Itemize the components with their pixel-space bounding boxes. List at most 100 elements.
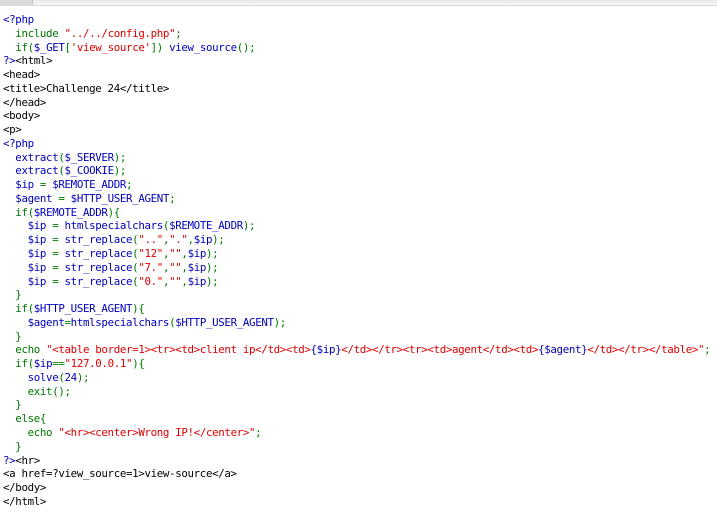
code-token: $ip <box>3 178 40 192</box>
code-line: $ip = htmlspecialchars($REMOTE_ADDR); <box>3 219 715 233</box>
code-line: <head> <box>3 68 715 82</box>
code-token: = <box>39 178 53 192</box>
code-line: $ip = str_replace("7.","",$ip); <box>3 261 715 275</box>
code-token: $ip <box>3 260 53 274</box>
code-token: "" <box>169 274 182 288</box>
code-token: ; <box>704 343 711 357</box>
tab-stub <box>0 0 33 5</box>
code-token: str_replace <box>64 247 133 261</box>
code-line: exit(); <box>3 385 715 399</box>
code-token: $HTTP_USER_AGENT <box>33 302 133 316</box>
code-token: <html> <box>15 54 53 68</box>
code-token: else{ <box>3 412 47 426</box>
code-token: = <box>58 191 71 205</box>
code-line: ?><html> <box>3 54 715 68</box>
code-token: <hr> <box>15 453 40 467</box>
code-token: if( <box>3 205 34 219</box>
code-token: == <box>52 357 65 371</box>
code-line: $ip = str_replace("0.","",$ip); <box>3 275 715 289</box>
code-line: ?><hr> <box>3 454 715 468</box>
code-token: str_replace <box>64 260 133 274</box>
code-token: </body> <box>3 481 47 495</box>
code-token: </td></tr><tr><td>agent</td><td> <box>341 343 539 357</box>
code-line: } <box>3 330 715 344</box>
code-line: <p> <box>3 123 715 137</box>
code-token: $ip <box>3 219 53 233</box>
browser-top-edge <box>0 0 717 6</box>
code-line: <title>Challenge 24</title> <box>3 82 715 96</box>
code-line: } <box>3 398 715 412</box>
code-line: include "../../config.php"; <box>3 27 715 41</box>
code-token: "0." <box>138 274 163 288</box>
code-line: } <box>3 440 715 454</box>
code-token: str_replace <box>64 274 133 288</box>
code-token: $ip <box>3 274 53 288</box>
code-token: "7." <box>138 260 163 274</box>
code-token: $ip <box>33 357 53 371</box>
code-token: $HTTP_USER_AGENT <box>70 191 170 205</box>
code-token: solve <box>3 370 59 384</box>
code-token: </head> <box>3 95 47 109</box>
code-token: echo <box>3 343 47 357</box>
code-token: ); <box>206 274 219 288</box>
code-token: "" <box>169 247 182 261</box>
code-token: ); <box>113 164 127 178</box>
code-token: {$agent} <box>538 343 588 357</box>
code-token: "../../config.php" <box>64 26 176 40</box>
code-token: $REMOTE_ADDR <box>52 178 127 192</box>
code-token: extract <box>3 164 59 178</box>
code-token: "12" <box>138 247 163 261</box>
code-token: if( <box>3 357 34 371</box>
code-token: $ip <box>187 260 207 274</box>
code-line: if($ip=="127.0.0.1"){ <box>3 357 715 371</box>
code-line: <body> <box>3 109 715 123</box>
code-line: if($REMOTE_ADDR){ <box>3 206 715 220</box>
code-line: extract($_SERVER); <box>3 151 715 165</box>
code-token: ); <box>206 260 219 274</box>
code-token: ; <box>255 425 262 439</box>
code-token: $REMOTE_ADDR <box>33 205 108 219</box>
code-token: echo <box>3 425 59 439</box>
code-line: </body> <box>3 481 715 495</box>
code-token: = <box>52 274 65 288</box>
code-token: $_COOKIE <box>64 164 115 178</box>
code-line: $ip = str_replace("..",".",$ip); <box>3 233 715 247</box>
code-line: if($_GET['view_source']) view_source(); <box>3 41 715 55</box>
code-token: <title>Challenge 24</title> <box>3 81 170 95</box>
code-token: ".." <box>138 233 163 247</box>
code-line: $ip = $REMOTE_ADDR; <box>3 178 715 192</box>
code-token: } <box>3 439 22 453</box>
code-line: } <box>3 288 715 302</box>
source-code-view: <?php include "../../config.php"; if($_G… <box>3 13 715 509</box>
code-token: {$ip} <box>310 343 342 357</box>
code-token: ); <box>242 219 256 233</box>
code-token: $ip <box>3 233 53 247</box>
code-token: ?> <box>3 54 16 68</box>
code-token: $ip <box>193 233 213 247</box>
code-token: <body> <box>3 109 40 123</box>
code-token: (); <box>236 40 256 54</box>
code-token: $HTTP_USER_AGENT <box>175 315 274 329</box>
code-token: ]) <box>150 40 170 54</box>
code-token: "" <box>169 260 182 274</box>
code-token: htmlspecialchars <box>70 315 170 329</box>
code-token: ); <box>113 150 127 164</box>
code-line: solve(24); <box>3 371 715 385</box>
code-token: if( <box>3 40 34 54</box>
code-token: include <box>3 26 65 40</box>
code-token: extract <box>3 150 59 164</box>
code-token: htmlspecialchars <box>64 219 164 233</box>
code-token: } <box>3 288 22 302</box>
code-token: <p> <box>3 123 22 137</box>
code-token: if( <box>3 302 34 316</box>
code-token: } <box>3 329 22 343</box>
code-token: view_source <box>169 40 237 54</box>
code-token: $REMOTE_ADDR <box>169 219 243 233</box>
code-token: <head> <box>3 68 40 82</box>
code-token: ); <box>76 370 90 384</box>
code-token: ){ <box>132 302 145 316</box>
code-token: ); <box>273 315 287 329</box>
code-token: ); <box>212 233 225 247</box>
code-token: <?php <box>3 136 34 150</box>
code-token: $agent <box>3 191 59 205</box>
